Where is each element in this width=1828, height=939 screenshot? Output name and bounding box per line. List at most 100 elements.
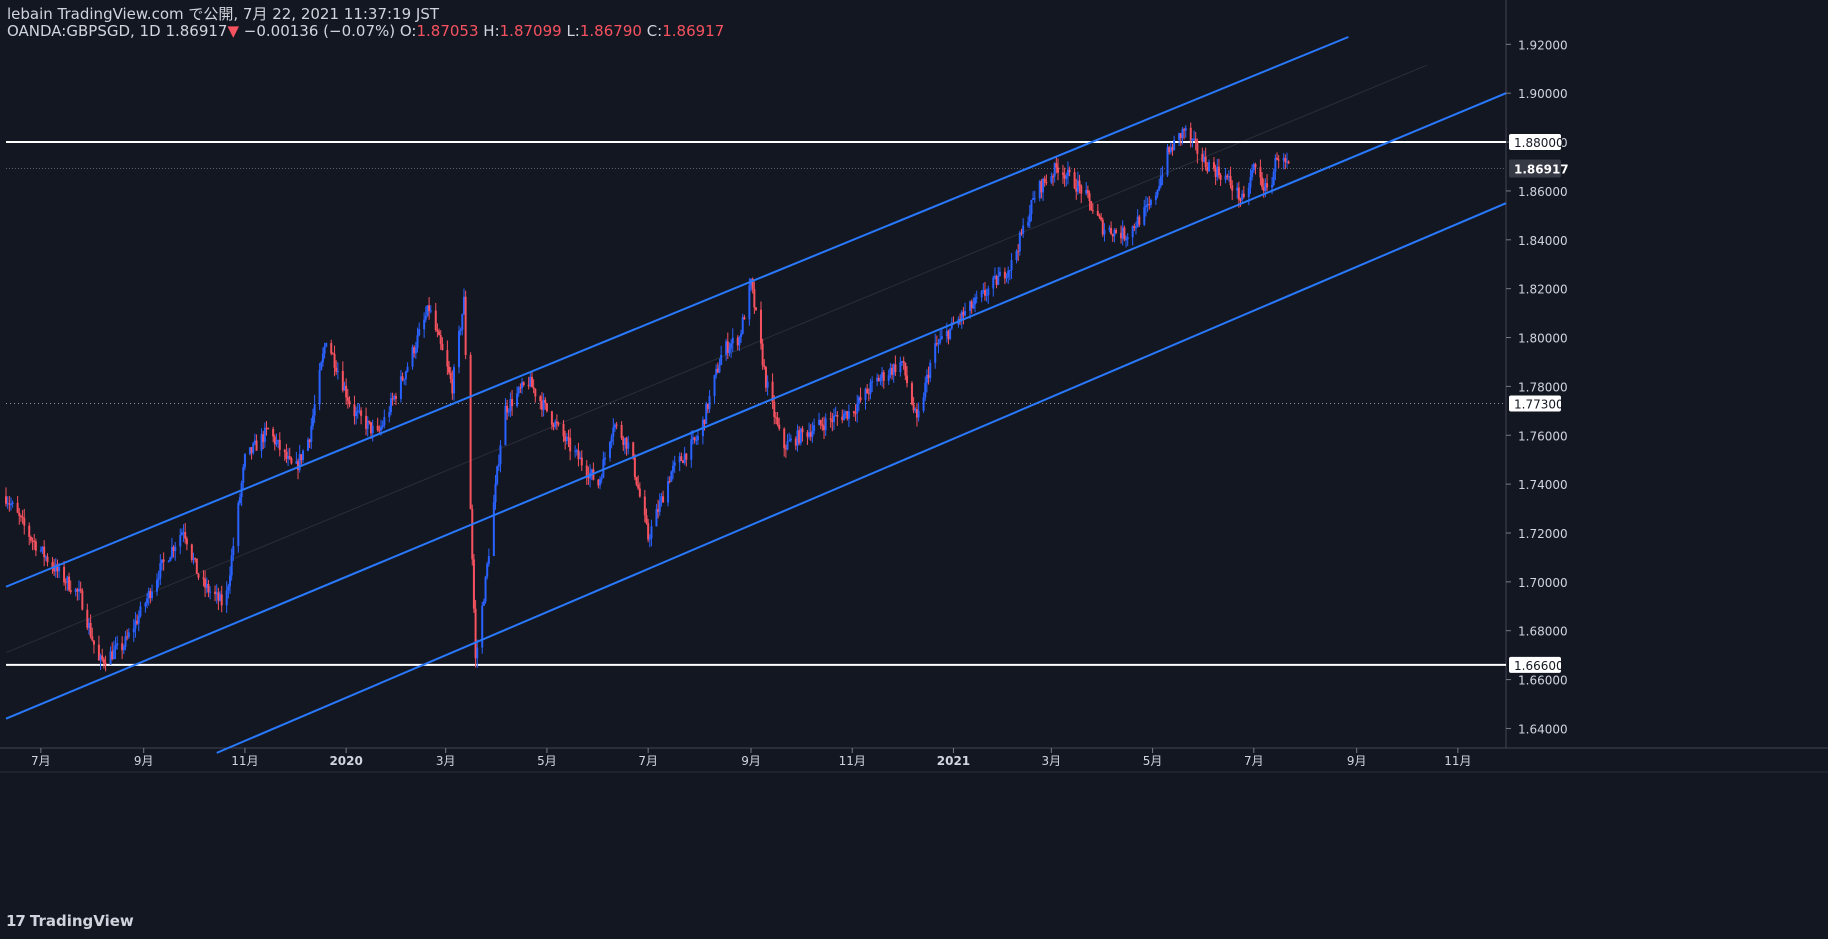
candle-body xyxy=(114,645,117,650)
candle-body xyxy=(376,425,379,430)
level-lines[interactable] xyxy=(6,141,1506,666)
time-tick-label: 11月 xyxy=(231,754,258,768)
candle-body xyxy=(1261,177,1264,187)
symbol-legend[interactable]: OANDA:GBPSGD, 1D 1.86917▼ −0.00136 (−0.0… xyxy=(7,22,724,40)
time-tick-label: 7月 xyxy=(1244,754,1264,768)
candle-body xyxy=(1247,187,1250,197)
candle-body xyxy=(599,479,602,486)
candle-body xyxy=(934,343,937,363)
candle-body xyxy=(866,388,869,394)
candle-body xyxy=(1008,270,1011,272)
candle-body xyxy=(998,271,1001,277)
candle-body xyxy=(321,353,324,363)
price-axis[interactable]: 1.92000 1.90000 1.88000 1.86000 1.84000 1.820… xyxy=(1506,38,1569,736)
candle-body xyxy=(801,428,804,433)
candle-body xyxy=(424,315,427,320)
candle-body xyxy=(545,403,548,412)
candle-body xyxy=(910,383,913,405)
price-tick-label: 1.66000 xyxy=(1518,674,1568,688)
candle-body xyxy=(539,396,542,402)
candle-body xyxy=(18,512,21,516)
price-tick-label: 1.80000 xyxy=(1518,332,1568,346)
candle-body xyxy=(786,441,789,450)
dotted-level-label: 1.77300 xyxy=(1514,397,1564,411)
candle-body xyxy=(243,454,246,468)
time-axis[interactable]: 7月 9月 11月 2020 3月 5月 7月 9月 11月 2021 3月 5月 7月 9月 11月 xyxy=(31,748,1472,768)
candle-body xyxy=(457,331,460,368)
candle-body xyxy=(580,457,583,466)
candle-body xyxy=(459,329,462,332)
candle-body xyxy=(101,655,104,660)
candle-body xyxy=(852,411,855,414)
candle-body xyxy=(311,415,314,426)
candle-body xyxy=(992,277,995,289)
candle-body xyxy=(184,532,187,539)
candle-body xyxy=(229,575,232,587)
last-price: 1.86917 xyxy=(165,22,228,40)
candle-body xyxy=(68,576,71,591)
candle-body xyxy=(438,331,441,336)
candle-body xyxy=(429,310,432,312)
candle-body xyxy=(1251,170,1254,178)
candle-body xyxy=(232,546,235,556)
candle-body xyxy=(690,439,693,460)
candle-body xyxy=(255,440,258,451)
time-tick-label: 3月 xyxy=(436,754,456,768)
candle-body xyxy=(821,424,824,427)
candle-body xyxy=(1030,199,1033,215)
candle-body xyxy=(759,309,762,344)
candle-body xyxy=(237,503,240,547)
candle-body xyxy=(1249,177,1252,188)
candle-body xyxy=(69,590,72,592)
candle-body xyxy=(1266,183,1269,188)
candle-body xyxy=(58,566,61,572)
candle-body xyxy=(323,346,326,354)
candle-body xyxy=(345,385,348,398)
candle-body xyxy=(643,496,646,516)
candle-body xyxy=(832,415,835,423)
candle-body xyxy=(949,328,952,339)
candle-body xyxy=(1115,229,1118,233)
candle-body xyxy=(708,396,711,409)
candle-body xyxy=(647,523,650,540)
candle-body xyxy=(633,457,636,478)
candle-body xyxy=(1022,225,1025,234)
candle-body xyxy=(1149,199,1152,206)
candle-body xyxy=(137,616,140,624)
candle-body xyxy=(380,427,382,431)
candle-body xyxy=(139,606,142,617)
price-tick-label: 1.84000 xyxy=(1518,234,1568,248)
candle-body xyxy=(940,336,943,340)
candle-body xyxy=(190,544,193,560)
symbol-label[interactable]: OANDA:GBPSGD, 1D xyxy=(7,22,161,40)
candle-body xyxy=(102,659,105,664)
channel-lines[interactable] xyxy=(5,36,1507,754)
candle-body xyxy=(813,425,816,432)
candle-body xyxy=(899,361,902,373)
candle-body xyxy=(612,427,615,437)
chart-svg[interactable]: 1.92000 1.90000 1.88000 1.86000 1.84000 1.820… xyxy=(0,0,1828,939)
candle-body xyxy=(288,456,291,459)
candle-body xyxy=(355,411,358,417)
time-tick-label: 9月 xyxy=(741,754,761,768)
time-tick-label: 3月 xyxy=(1042,754,1062,768)
candle-body xyxy=(1259,167,1262,178)
candle-body xyxy=(481,605,484,648)
candle-body xyxy=(116,643,119,646)
candle-body xyxy=(1027,222,1030,226)
candle-body xyxy=(604,457,607,460)
candle-body xyxy=(635,477,638,485)
candle-body xyxy=(227,586,230,591)
candle-body xyxy=(389,398,392,413)
candle-body xyxy=(507,411,510,413)
tradingview-branding[interactable]: 17 TradingView xyxy=(6,910,134,932)
candle-body xyxy=(313,404,316,416)
candle-body xyxy=(1134,227,1137,229)
candle-body xyxy=(28,525,31,537)
channel-line-upper[interactable] xyxy=(5,36,1349,588)
channel-line-lower[interactable] xyxy=(216,202,1507,754)
candle-body xyxy=(388,412,391,418)
candle-body xyxy=(453,367,456,394)
candle-body xyxy=(997,276,1000,285)
channel-line-middle[interactable] xyxy=(5,92,1507,720)
